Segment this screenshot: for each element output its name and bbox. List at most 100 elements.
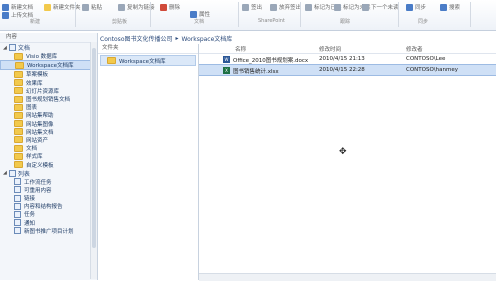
ribbon-button-label: 搜索 (449, 5, 461, 11)
column-header-name[interactable]: 名称 (235, 45, 246, 53)
ribbon-button-label: 删除 (169, 5, 181, 11)
list-icon (14, 178, 21, 186)
nav-item-label: 网站集图像 (26, 121, 54, 128)
nav-item-list[interactable]: 链接 (0, 194, 97, 202)
list-icon (14, 227, 21, 235)
ribbon-button-label: 新建文件夹 (53, 5, 81, 11)
folder-tree-label: Workspace文档库 (119, 58, 166, 65)
mouse-cursor-icon: ✥ (339, 147, 347, 157)
nav-item-document-library[interactable]: 网站资产 (0, 136, 97, 144)
ribbon-group-label: SharePoint (258, 18, 285, 24)
discard-check-out-icon (270, 3, 277, 11)
nav-item-document-library[interactable]: 文档 (0, 144, 97, 152)
nav-item-document-library[interactable]: 样式库 (0, 152, 97, 160)
breadcrumb: Contoso图书文化传播公司 ▸ Workspace文档库 (98, 33, 496, 44)
folder-icon (14, 95, 23, 103)
list-icon (14, 219, 21, 227)
nav-item-label: 图表 (26, 105, 38, 112)
file-row[interactable]: X 图书销售统计.xlsx 2010/4/15 22:28 CONTOSO\hanme… (199, 64, 496, 76)
list-icon (14, 194, 21, 202)
folder-icon (14, 128, 23, 136)
nav-item-list[interactable]: 工作流任务 (0, 178, 97, 186)
collapse-icon[interactable]: ◢ (3, 45, 7, 51)
folder-icon (14, 120, 23, 128)
check-out-button[interactable]: 签出 (242, 1, 262, 13)
ribbon: 新建文档 上传文档 新建文件夹 粘贴 复制为链接 删除 属性 签出 放弃签出 标记为已读 标记为未读… (0, 0, 496, 31)
nav-item-label: 网站资产 (26, 137, 49, 144)
nav-item-list[interactable]: 可重用内容 (0, 186, 97, 194)
nav-item-list[interactable]: 新图书推广项目计划 (0, 227, 97, 235)
delete-button[interactable]: 删除 (160, 1, 180, 13)
nav-item-label: 样式库 (26, 154, 43, 161)
folder-icon (107, 57, 116, 64)
nav-item-label: 网站集帮助 (26, 113, 54, 120)
navigation-pane: 内容 ◢ 文档 Visio 数据库 Workspace文档库 草案模板 效果库 幻灯片资… (0, 33, 98, 280)
nav-scrollbar[interactable] (90, 42, 97, 279)
file-modified: 2010/4/15 22:28 (319, 67, 365, 73)
folder-tree-item[interactable]: Workspace文档库 (100, 55, 196, 66)
paste-button[interactable]: 粘贴 (82, 1, 102, 13)
sync-icon (406, 3, 413, 11)
ribbon-group-label: 新建 (30, 19, 41, 25)
nav-section-label: 文档 (17, 45, 30, 52)
nav-item-document-library[interactable]: 网站集帮助 (0, 111, 97, 119)
nav-item-list[interactable]: 内容和结构报告 (0, 202, 97, 210)
nav-item-label: 网站集文档 (26, 129, 54, 136)
folder-icon (14, 70, 23, 78)
paste-icon (82, 3, 89, 11)
file-modified: 2010/4/15 21:13 (319, 56, 365, 62)
list-icon (14, 202, 21, 210)
nav-item-document-library[interactable]: Visio 数据库 (0, 52, 97, 60)
file-name: Office_2010图书规划案.docx (233, 58, 309, 64)
nav-item-document-library[interactable]: Workspace文档库 (0, 60, 97, 71)
upload-document-button[interactable]: 上传文档 (2, 9, 33, 21)
nav-item-document-library[interactable]: 效果库 (0, 79, 97, 87)
ribbon-group-label: 剪贴板 (112, 19, 128, 25)
ribbon-button-label: 放弃签出 (279, 5, 302, 11)
discard-check-out-button[interactable]: 放弃签出 (270, 1, 301, 13)
column-header-modified-by[interactable]: 修改者 (406, 45, 423, 53)
folder-icon (14, 79, 23, 87)
collapse-icon[interactable]: ◢ (3, 170, 7, 176)
file-modified-by: CONTOSO\Lee (406, 56, 446, 62)
file-row[interactable]: W Office_2010图书规划案.docx 2010/4/15 21:13 CON… (199, 54, 496, 64)
nav-section-documents[interactable]: ◢ 文档 (0, 43, 97, 52)
nav-item-document-library[interactable]: 图书规划销售文档 (0, 95, 97, 103)
folder-icon (14, 144, 23, 152)
ribbon-button-label: 同步 (415, 5, 427, 11)
nav-item-label: 草案模板 (26, 72, 49, 79)
column-header-modified[interactable]: 修改时间 (319, 45, 341, 53)
sync-button[interactable]: 同步 (406, 1, 426, 13)
nav-item-document-library[interactable]: 幻灯片资源库 (0, 87, 97, 95)
nav-section-lists[interactable]: ◢ 列表 (0, 169, 97, 178)
nav-item-document-library[interactable]: 草案模板 (0, 70, 97, 78)
breadcrumb-item-library[interactable]: Workspace文档库 (182, 34, 233, 43)
next-unread-button[interactable]: 下一个未读 (362, 1, 399, 13)
new-folder-icon (44, 3, 51, 11)
list-icon (14, 186, 21, 194)
folder-icon (14, 87, 23, 95)
nav-item-label: 工作流任务 (24, 179, 52, 186)
ribbon-separator (150, 2, 151, 27)
folder-icon (14, 52, 23, 60)
library-icon (8, 44, 16, 51)
search-button[interactable]: 搜索 (440, 1, 460, 13)
nav-item-document-library[interactable]: 图表 (0, 103, 97, 111)
ribbon-group-label: 文档 (194, 19, 205, 25)
nav-item-document-library[interactable]: 自定义模板 (0, 160, 97, 169)
nav-item-document-library[interactable]: 网站集图像 (0, 120, 97, 128)
nav-item-list[interactable]: 任务 (0, 210, 97, 218)
nav-item-label: 效果库 (26, 80, 43, 87)
ribbon-button-label: 粘贴 (91, 5, 103, 11)
breadcrumb-item-site[interactable]: Contoso图书文化传播公司 (100, 34, 172, 43)
nav-item-list[interactable]: 通知 (0, 219, 97, 227)
nav-scroll-thumb[interactable] (92, 48, 96, 248)
nav-item-label: Workspace文档库 (27, 63, 74, 70)
nav-item-label: 新图书推广项目计划 (24, 228, 74, 235)
list-icon (8, 169, 16, 177)
folder-icon (14, 136, 23, 144)
ribbon-separator (398, 2, 399, 27)
delete-icon (160, 3, 167, 11)
file-modified-by: CONTOSO\hanmey (406, 67, 458, 73)
nav-item-document-library[interactable]: 网站集文档 (0, 128, 97, 136)
